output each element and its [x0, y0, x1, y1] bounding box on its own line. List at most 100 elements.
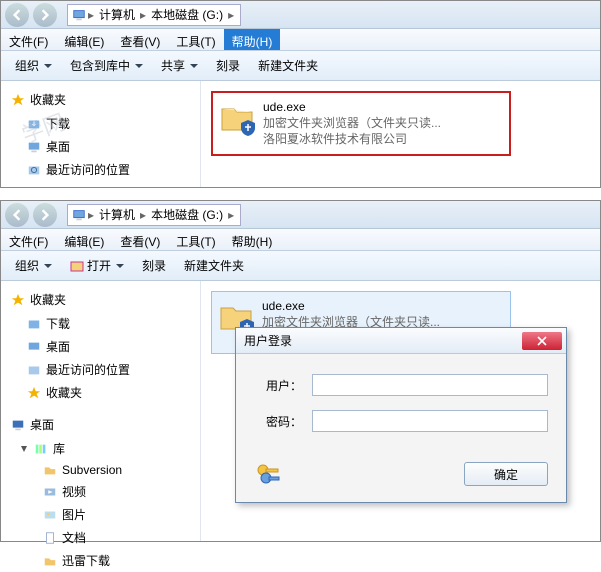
breadcrumb[interactable]: ▸ 计算机 ▸ 本地磁盘 (G:) ▸ [67, 4, 241, 26]
chevron-right-icon: ▸ [138, 208, 148, 222]
file-icon [219, 99, 255, 135]
dialog-titlebar[interactable]: 用户登录 [236, 328, 566, 354]
toolbar-new-folder[interactable]: 新建文件夹 [250, 53, 326, 78]
nav-forward-button[interactable] [33, 3, 57, 27]
documents-icon [43, 531, 57, 545]
sidebar-item-desktop[interactable]: 桌面 [5, 135, 200, 158]
chevron-right-icon: ▸ [86, 8, 96, 22]
sidebar-item-pictures[interactable]: 图片 [5, 503, 200, 526]
sidebar-item-recent[interactable]: 最近访问的位置 [5, 158, 200, 181]
open-icon [70, 259, 84, 273]
toolbar-share[interactable]: 共享 [153, 53, 206, 78]
sidebar-item-subversion[interactable]: Subversion [5, 460, 200, 480]
menubar: 文件(F) 编辑(E) 查看(V) 工具(T) 帮助(H) [1, 29, 600, 51]
toolbar-open-label: 打开 [87, 257, 111, 274]
titlebar[interactable]: ▸ 计算机 ▸ 本地磁盘 (G:) ▸ [1, 201, 600, 229]
dialog-title: 用户登录 [244, 332, 292, 349]
menubar: 文件(F) 编辑(E) 查看(V) 工具(T) 帮助(H) [1, 229, 600, 251]
dialog-body: 用户： 密码： [236, 354, 566, 460]
menu-tools[interactable]: 工具(T) [168, 29, 223, 50]
toolbar-open[interactable]: 打开 [62, 253, 132, 278]
sidebar-item-label: 视频 [62, 483, 86, 500]
sidebar: 学网 收藏夹 下载 桌面 最近访问的位置 [1, 81, 201, 187]
sidebar-item-downloads[interactable]: 下载 [5, 112, 200, 135]
sidebar-item-documents[interactable]: 文档 [5, 526, 200, 549]
sidebar-item-favorites2[interactable]: 收藏夹 [5, 381, 200, 404]
toolbar-organize[interactable]: 组织 [7, 253, 60, 278]
sidebar-item-label: 图片 [62, 506, 86, 523]
sidebar-desktop-head[interactable]: 桌面 [5, 412, 200, 437]
dialog-close-button[interactable] [522, 332, 562, 350]
menu-edit[interactable]: 编辑(E) [56, 229, 112, 250]
sidebar-item-videos[interactable]: 视频 [5, 480, 200, 503]
nav-back-button[interactable] [5, 203, 29, 227]
chevron-right-icon: ▸ [226, 208, 236, 222]
menu-help[interactable]: 帮助(H) [224, 229, 281, 250]
user-input[interactable] [312, 374, 548, 396]
explorer-window-2: ▸ 计算机 ▸ 本地磁盘 (G:) ▸ 文件(F) 编辑(E) 查看(V) 工具… [0, 200, 601, 542]
crumb-drive[interactable]: 本地磁盘 (G:) [148, 6, 226, 23]
menu-view[interactable]: 查看(V) [112, 229, 168, 250]
crumb-computer[interactable]: 计算机 [96, 206, 138, 223]
nav-back-button[interactable] [5, 3, 29, 27]
dialog-footer: 确定 [236, 460, 566, 502]
sidebar-item-label: 迅雷下载 [62, 552, 110, 569]
nav-forward-button[interactable] [33, 203, 57, 227]
sidebar-item-label: 桌面 [46, 138, 70, 155]
file-item-ude-exe[interactable]: ude.exe 加密文件夹浏览器（文件夹只读... 洛阳夏冰软件技术有限公司 [211, 91, 511, 156]
video-icon [43, 485, 57, 499]
toolbar-include-library[interactable]: 包含到库中 [62, 53, 151, 78]
ok-button[interactable]: 确定 [464, 462, 548, 486]
menu-file[interactable]: 文件(F) [1, 29, 56, 50]
toolbar-organize[interactable]: 组织 [7, 53, 60, 78]
file-name: ude.exe [262, 298, 440, 314]
menu-edit[interactable]: 编辑(E) [56, 29, 112, 50]
toolbar-burn[interactable]: 刻录 [134, 253, 174, 278]
titlebar[interactable]: ▸ 计算机 ▸ 本地磁盘 (G:) ▸ [1, 1, 600, 29]
sidebar-item-label: 最近访问的位置 [46, 161, 130, 178]
explorer-window-1: ▸ 计算机 ▸ 本地磁盘 (G:) ▸ 文件(F) 编辑(E) 查看(V) 工具… [0, 0, 601, 188]
toolbar-burn[interactable]: 刻录 [208, 53, 248, 78]
sidebar-favorites-head[interactable]: 收藏夹 [5, 287, 200, 312]
star-icon [11, 93, 25, 107]
recent-icon [27, 363, 41, 377]
menu-file[interactable]: 文件(F) [1, 229, 56, 250]
menu-tools[interactable]: 工具(T) [168, 229, 223, 250]
password-input[interactable] [312, 410, 548, 432]
explorer-body: 收藏夹 下载 桌面 最近访问的位置 收藏夹 桌面 [1, 281, 600, 541]
toolbar: 组织 包含到库中 共享 刻录 新建文件夹 [1, 51, 600, 81]
sidebar-item-label: Subversion [62, 463, 122, 477]
login-dialog: 用户登录 用户： 密码： [235, 327, 567, 503]
file-desc-2: 洛阳夏冰软件技术有限公司 [263, 131, 441, 147]
chevron-right-icon: ▸ [226, 8, 236, 22]
chevron-right-icon: ▸ [138, 8, 148, 22]
content-pane: ude.exe 加密文件夹浏览器（文件夹只读... 洛阳夏冰软件技术有限公司 [201, 81, 600, 187]
toolbar-new-folder[interactable]: 新建文件夹 [176, 253, 252, 278]
password-label: 密码： [254, 413, 302, 430]
toolbar: 组织 打开 刻录 新建文件夹 [1, 251, 600, 281]
sidebar-item-recent[interactable]: 最近访问的位置 [5, 358, 200, 381]
file-desc-1: 加密文件夹浏览器（文件夹只读... [263, 115, 441, 131]
sidebar-item-label: 下载 [46, 315, 70, 332]
sidebar-item-desktop[interactable]: 桌面 [5, 335, 200, 358]
chevron-right-icon: ▸ [86, 208, 96, 222]
breadcrumb[interactable]: ▸ 计算机 ▸ 本地磁盘 (G:) ▸ [67, 204, 241, 226]
computer-icon [72, 8, 86, 22]
library-icon [34, 442, 48, 456]
computer-icon [72, 208, 86, 222]
downloads-icon [27, 117, 41, 131]
sidebar-item-library[interactable]: 库 [5, 437, 200, 460]
crumb-computer[interactable]: 计算机 [96, 6, 138, 23]
sidebar-item-downloads[interactable]: 下载 [5, 312, 200, 335]
shield-icon [239, 119, 257, 137]
crumb-drive[interactable]: 本地磁盘 (G:) [148, 206, 226, 223]
sidebar-item-label: 库 [53, 440, 65, 457]
file-meta: ude.exe 加密文件夹浏览器（文件夹只读... 洛阳夏冰软件技术有限公司 [263, 99, 441, 148]
tree-collapse-icon[interactable] [19, 444, 29, 454]
folder-icon [43, 554, 57, 568]
sidebar-item-xunlei[interactable]: 迅雷下载 [5, 549, 200, 572]
sidebar-favorites-head[interactable]: 收藏夹 [5, 87, 200, 112]
desktop-icon [11, 418, 25, 432]
menu-help[interactable]: 帮助(H) [224, 29, 281, 50]
menu-view[interactable]: 查看(V) [112, 29, 168, 50]
